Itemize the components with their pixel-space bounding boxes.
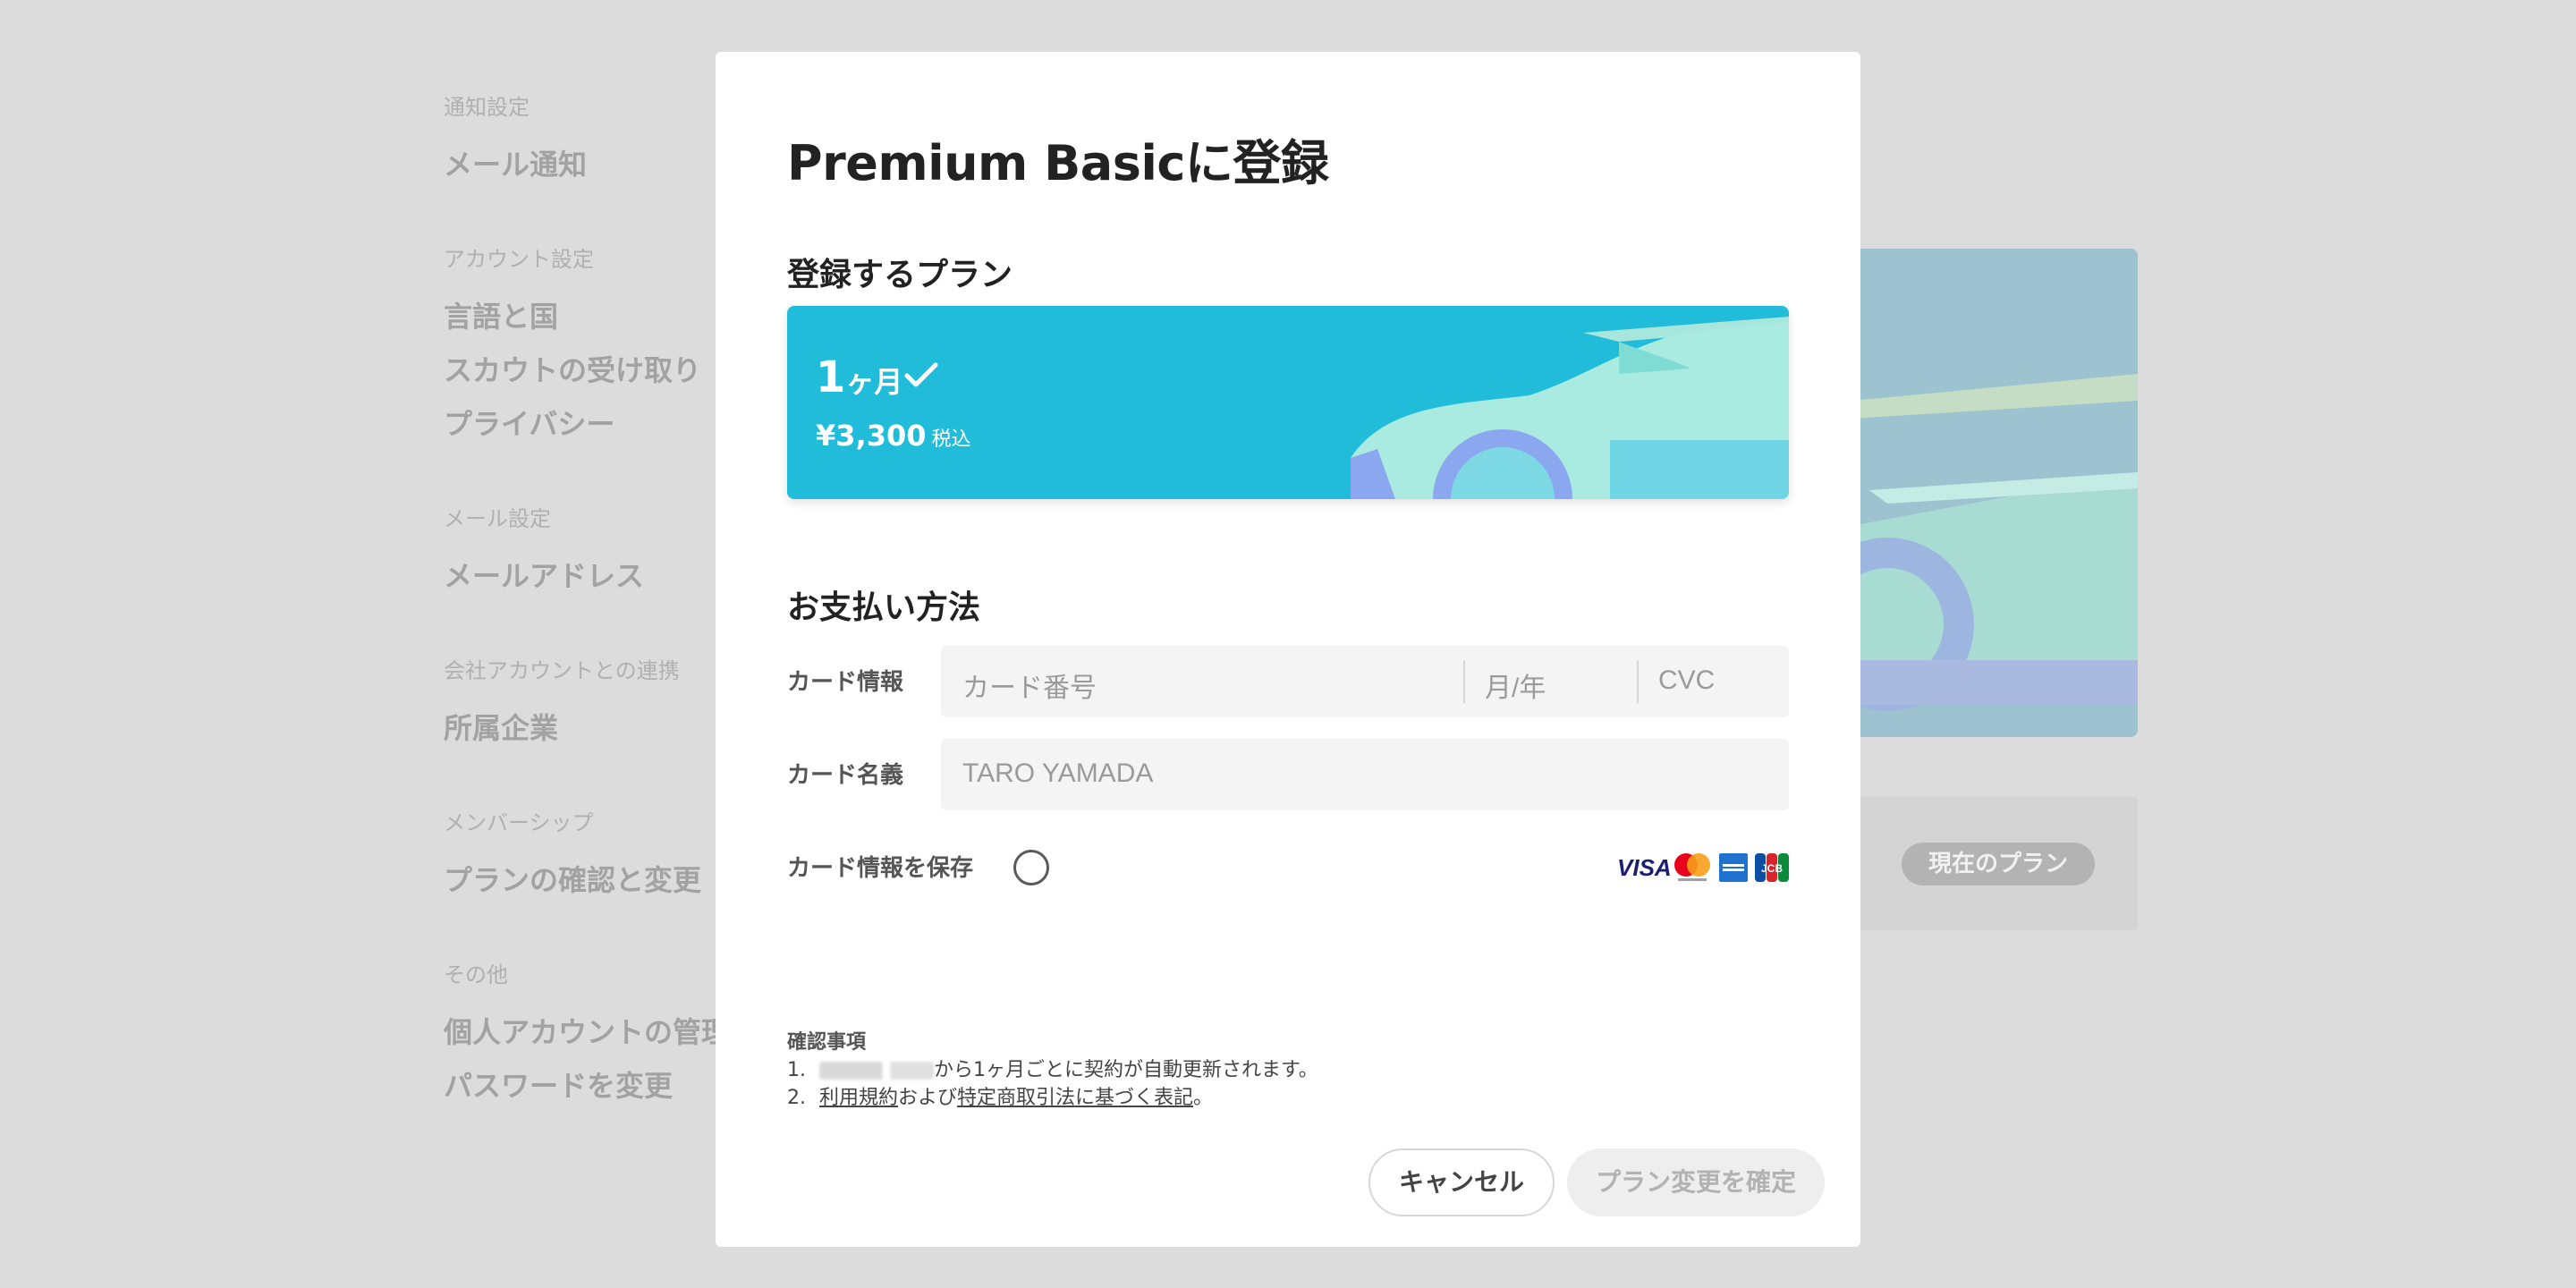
notes-item-number: 2. bbox=[787, 1087, 806, 1109]
card-expiry-input[interactable]: 月/年 bbox=[1485, 665, 1546, 705]
jcb-icon: JCB bbox=[1755, 853, 1789, 882]
sidebar-item-company[interactable]: 所属企業 bbox=[444, 701, 739, 755]
sidebar-item-language[interactable]: 言語と国 bbox=[444, 290, 739, 343]
sidebar-item-email-address[interactable]: メールアドレス bbox=[444, 549, 739, 603]
notes-item-1: 1. から1ヶ月ごとに契約が自動更新されます。 bbox=[787, 1056, 1318, 1084]
sidebar-heading: その他 bbox=[444, 962, 508, 987]
sidebar-section-notifications: 通知設定 メール通知 bbox=[444, 89, 739, 191]
sidebar-item-password[interactable]: パスワードを変更 bbox=[444, 1059, 739, 1113]
notes-item-2: 2. 利用規約および特定商取引法に基づく表記。 bbox=[787, 1084, 1318, 1112]
car-illustration bbox=[1351, 317, 1789, 499]
save-card-label: カード情報を保存 bbox=[787, 855, 974, 882]
field-divider bbox=[1637, 660, 1639, 703]
check-icon bbox=[904, 362, 938, 387]
dialog-title: Premium Basicに登録 bbox=[787, 135, 1329, 191]
sidebar-section-email: メール設定 メールアドレス bbox=[444, 501, 739, 603]
plan-duration: 1ヶ月 bbox=[816, 352, 902, 402]
current-plan-badge: 現在のプラン bbox=[1902, 843, 2095, 886]
sidebar-heading: アカウント設定 bbox=[444, 247, 594, 272]
sidebar-section-account: アカウント設定 言語と国 スカウトの受け取り プライバシー bbox=[444, 242, 739, 451]
sidebar-item-plan[interactable]: プランの確認と変更 bbox=[444, 853, 739, 907]
plan-section-title: 登録するプラン bbox=[787, 257, 1013, 293]
sidebar-heading: 会社アカウントとの連携 bbox=[444, 658, 680, 683]
card-number-input[interactable]: カード番号 bbox=[962, 665, 1097, 705]
sidebar-heading: 通知設定 bbox=[444, 95, 530, 120]
mastercard-icon bbox=[1674, 853, 1710, 881]
background-plan-image bbox=[1852, 249, 2138, 737]
sidebar-section-company: 会社アカウントとの連携 所属企業 bbox=[444, 653, 739, 755]
visa-icon: VISA bbox=[1617, 853, 1672, 881]
sidebar-section-other: その他 個人アカウントの管理 パスワードを変更 bbox=[444, 957, 739, 1113]
confirm-plan-change-button[interactable]: プラン変更を確定 bbox=[1567, 1148, 1825, 1216]
card-cvc-input[interactable]: CVC bbox=[1658, 665, 1715, 696]
plan-duration-unit: ヶ月 bbox=[845, 365, 903, 399]
notes-heading: 確認事項 bbox=[787, 1031, 867, 1054]
notes-item-2-end: 。 bbox=[1193, 1087, 1214, 1109]
save-card-radio[interactable] bbox=[1013, 850, 1049, 886]
card-name-placeholder: TARO YAMADA bbox=[962, 758, 1154, 788]
card-name-label: カード名義 bbox=[787, 762, 904, 789]
sidebar-heading: メール設定 bbox=[444, 506, 551, 531]
confirmation-notes: 確認事項 1. から1ヶ月ごとに契約が自動更新されます。 2. 利用規約および特定商… bbox=[787, 1029, 1318, 1112]
amex-icon bbox=[1719, 853, 1748, 882]
terms-of-service-link[interactable]: 利用規約 bbox=[819, 1087, 898, 1109]
settings-sidebar: 通知設定 メール通知 アカウント設定 言語と国 スカウトの受け取り プライバシー… bbox=[444, 89, 739, 1163]
sidebar-item-personal-account[interactable]: 個人アカウントの管理 bbox=[444, 1005, 739, 1059]
notes-item-number: 1. bbox=[787, 1059, 806, 1081]
sidebar-heading: メンバーシップ bbox=[444, 810, 594, 835]
field-divider bbox=[1463, 660, 1465, 703]
plan-price-amount: ¥3,300 bbox=[816, 419, 927, 453]
cancel-button[interactable]: キャンセル bbox=[1368, 1148, 1555, 1216]
sidebar-section-membership: メンバーシップ プランの確認と変更 bbox=[444, 805, 739, 907]
sidebar-item-scout[interactable]: スカウトの受け取り bbox=[444, 343, 739, 397]
card-info-label: カード情報 bbox=[787, 669, 904, 696]
card-brand-logos: VISA JCB bbox=[1617, 852, 1789, 884]
car-illustration bbox=[1852, 249, 2138, 737]
plan-price: ¥3,300 税込 bbox=[816, 419, 971, 453]
payment-section-title: お支払い方法 bbox=[787, 589, 981, 626]
svg-text:JCB: JCB bbox=[1761, 862, 1783, 875]
redacted-date bbox=[819, 1062, 934, 1080]
sidebar-item-privacy[interactable]: プライバシー bbox=[444, 397, 739, 451]
notes-item-1-text: から1ヶ月ごとに契約が自動更新されます。 bbox=[934, 1059, 1318, 1081]
sidebar-item-email-notification[interactable]: メール通知 bbox=[444, 138, 739, 191]
plan-duration-number: 1 bbox=[816, 352, 846, 402]
plan-tax-note: 税込 bbox=[931, 428, 971, 451]
subscribe-dialog: Premium Basicに登録 登録するプラン 1ヶ月 ¥3,300 税込 お支… bbox=[716, 52, 1860, 1247]
notes-item-2-mid: および bbox=[898, 1087, 958, 1109]
card-name-input[interactable]: TARO YAMADA bbox=[941, 739, 1789, 810]
commercial-transactions-link[interactable]: 特定商取引法に基づく表記 bbox=[957, 1087, 1193, 1109]
plan-option-1-month[interactable]: 1ヶ月 ¥3,300 税込 bbox=[787, 306, 1789, 499]
card-info-field: カード番号 月/年 CVC bbox=[941, 646, 1789, 717]
